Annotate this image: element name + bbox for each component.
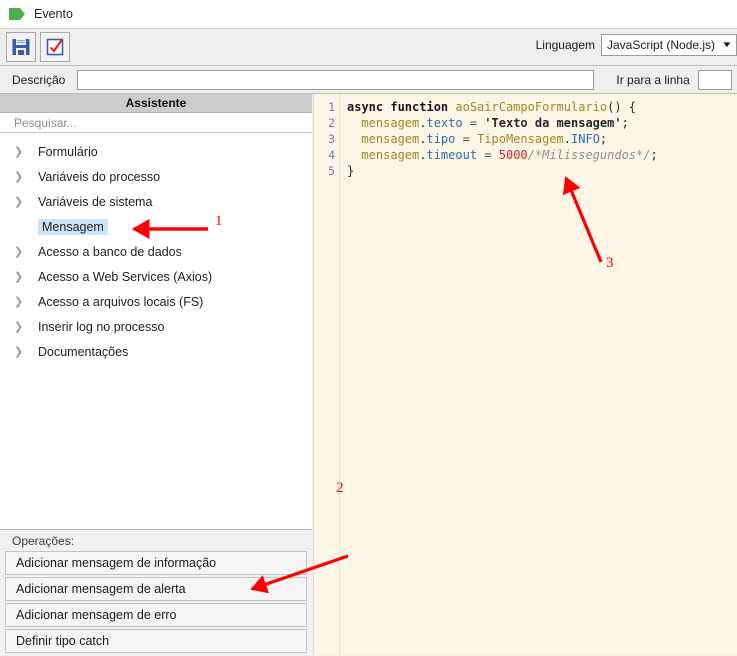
line-number: 3 xyxy=(328,132,335,146)
line-number: 2 xyxy=(328,116,335,130)
line-number-gutter: 1 2 3 4 5 xyxy=(314,94,340,655)
chevron-right-icon[interactable]: ❯ xyxy=(14,170,28,183)
chevron-right-icon[interactable]: ❯ xyxy=(14,195,28,208)
sidebar-item-label: Inserir log no processo xyxy=(38,319,165,334)
sidebar-item-label: Acesso a banco de dados xyxy=(38,244,182,259)
line-number: 1 xyxy=(328,100,335,114)
code-token: . xyxy=(563,132,572,146)
code-token: timeout xyxy=(426,148,478,162)
green-flag-icon xyxy=(9,7,25,20)
sidebar-item-acesso-a-arquivos-locais-fs[interactable]: ❯ Acesso a arquivos locais (FS) xyxy=(0,289,312,314)
line-number: 4 xyxy=(328,148,335,162)
assistant-panel: Assistente ❯ Formulário ❯ Variáveis do proc… xyxy=(0,94,313,655)
language-select[interactable]: JavaScript (Node.js) ▼ xyxy=(601,34,737,56)
code-token: ; xyxy=(621,116,629,130)
floppy-disk-save-icon xyxy=(12,39,30,55)
code-token: = xyxy=(462,116,485,130)
main-toolbar: Linguagem JavaScript (Node.js) ▼ xyxy=(0,28,737,66)
chevron-down-icon: ▼ xyxy=(721,40,733,49)
window-title: Evento xyxy=(34,6,73,21)
editor-line-1[interactable]: async function aoSairCampoFormulario() { xyxy=(347,99,737,115)
code-editor-panel[interactable]: 1 2 3 4 5 async function aoSairCampoFormular… xyxy=(313,94,737,655)
chevron-right-icon[interactable]: ❯ xyxy=(14,345,28,358)
goto-line-label: Ir para a linha xyxy=(616,72,690,87)
description-input[interactable] xyxy=(77,69,595,90)
code-token: = xyxy=(455,132,478,146)
sidebar-item-variaveis-de-sistema[interactable]: ❯ Variáveis de sistema xyxy=(0,189,312,214)
editor-line-2[interactable]: mensagem.texto = 'Texto da mensagem'; xyxy=(347,115,737,131)
checkbox-validate-icon xyxy=(46,38,64,56)
sidebar-item-mensagem[interactable]: Mensagem xyxy=(0,214,312,239)
code-token: aoSairCampoFormulario xyxy=(455,100,608,114)
operation-button-2[interactable]: Adicionar mensagem de alerta xyxy=(5,577,307,601)
search-input[interactable] xyxy=(12,114,312,131)
operations-title: Operações: xyxy=(12,533,75,548)
sidebar-item-inserir-log-no-processo[interactable]: ❯ Inserir log no processo xyxy=(0,314,312,339)
code-token: 'Texto da mensagem' xyxy=(484,116,622,130)
assistant-search-box[interactable] xyxy=(0,113,312,133)
operations-section: Operações: Adicionar mensagem de informa… xyxy=(0,529,312,655)
code-token: ; xyxy=(650,148,658,162)
sidebar-item-acesso-a-banco-de-dados[interactable]: ❯ Acesso a banco de dados xyxy=(0,239,312,264)
editor-body: Assistente ❯ Formulário ❯ Variáveis do proc… xyxy=(0,94,737,655)
code-token: } xyxy=(347,164,355,178)
editor-line-3[interactable]: mensagem.tipo = TipoMensagem.INFO; xyxy=(347,131,737,147)
operation-button-3[interactable]: Adicionar mensagem de erro xyxy=(5,603,307,627)
chevron-right-icon[interactable]: ❯ xyxy=(14,145,28,158)
code-token: ; xyxy=(599,132,608,146)
sidebar-item-formulario[interactable]: ❯ Formulário xyxy=(0,139,312,164)
sidebar-item-documentacoes[interactable]: ❯ Documentações xyxy=(0,339,312,364)
line-number: 5 xyxy=(328,164,335,178)
sidebar-item-label: Variáveis de sistema xyxy=(38,194,153,209)
chevron-right-icon[interactable]: ❯ xyxy=(14,295,28,308)
chevron-right-icon[interactable]: ❯ xyxy=(14,270,28,283)
validate-button[interactable] xyxy=(40,32,70,62)
description-label: Descrição xyxy=(12,72,66,87)
event-script-editor-window: Evento Linguagem JavaScript (Node.js) ▼ … xyxy=(0,0,737,656)
window-titlebar: Evento xyxy=(0,0,737,28)
assistant-tree: ❯ Formulário ❯ Variáveis do processo ❯ Variáv… xyxy=(0,133,312,529)
description-row: Descrição Ir para a linha xyxy=(0,66,737,94)
language-selector-group: Linguagem JavaScript (Node.js) ▼ xyxy=(536,34,737,56)
operations-list: Adicionar mensagem de informação Adiciona… xyxy=(0,551,312,653)
editor-line-5[interactable]: } xyxy=(347,163,737,179)
goto-line-input[interactable] xyxy=(697,69,732,90)
sidebar-item-label: Documentações xyxy=(38,344,129,359)
save-button[interactable] xyxy=(6,32,36,62)
sidebar-item-label: Formulário xyxy=(38,144,98,159)
sidebar-item-label: Mensagem xyxy=(38,218,108,235)
code-token: mensagem xyxy=(361,116,420,130)
code-token: mensagem xyxy=(361,148,420,162)
code-token: /*Milissegundos*/ xyxy=(527,148,651,162)
code-token: async function xyxy=(347,100,456,114)
code-token: 5000 xyxy=(498,148,528,162)
code-text-area[interactable]: async function aoSairCampoFormulario() {… xyxy=(340,94,737,655)
sidebar-item-variaveis-do-processo[interactable]: ❯ Variáveis do processo xyxy=(0,164,312,189)
language-label: Linguagem xyxy=(535,38,595,52)
operation-button-4[interactable]: Definir tipo catch xyxy=(5,629,307,653)
code-token: = xyxy=(477,148,499,162)
sidebar-item-label: Variáveis do processo xyxy=(38,169,161,184)
code-token: INFO xyxy=(571,132,600,146)
chevron-right-icon[interactable]: ❯ xyxy=(14,320,28,333)
code-token: TipoMensagem xyxy=(477,132,564,146)
assistant-header: Assistente xyxy=(0,94,312,113)
code-token: tipo xyxy=(426,132,456,146)
sidebar-item-acesso-a-web-services-axios[interactable]: ❯ Acesso a Web Services (Axios) xyxy=(0,264,312,289)
operation-button-1[interactable]: Adicionar mensagem de informação xyxy=(5,551,307,575)
code-token: mensagem xyxy=(361,132,420,146)
code-token: texto xyxy=(426,116,463,130)
chevron-right-icon[interactable]: ❯ xyxy=(14,245,28,258)
sidebar-item-label: Acesso a Web Services (Axios) xyxy=(38,269,213,284)
code-token: () { xyxy=(607,100,636,114)
sidebar-item-label: Acesso a arquivos locais (FS) xyxy=(38,294,204,309)
editor-line-4[interactable]: mensagem.timeout = 5000/*Milissegundos*/… xyxy=(347,147,737,163)
language-select-value: JavaScript (Node.js) xyxy=(607,38,716,52)
